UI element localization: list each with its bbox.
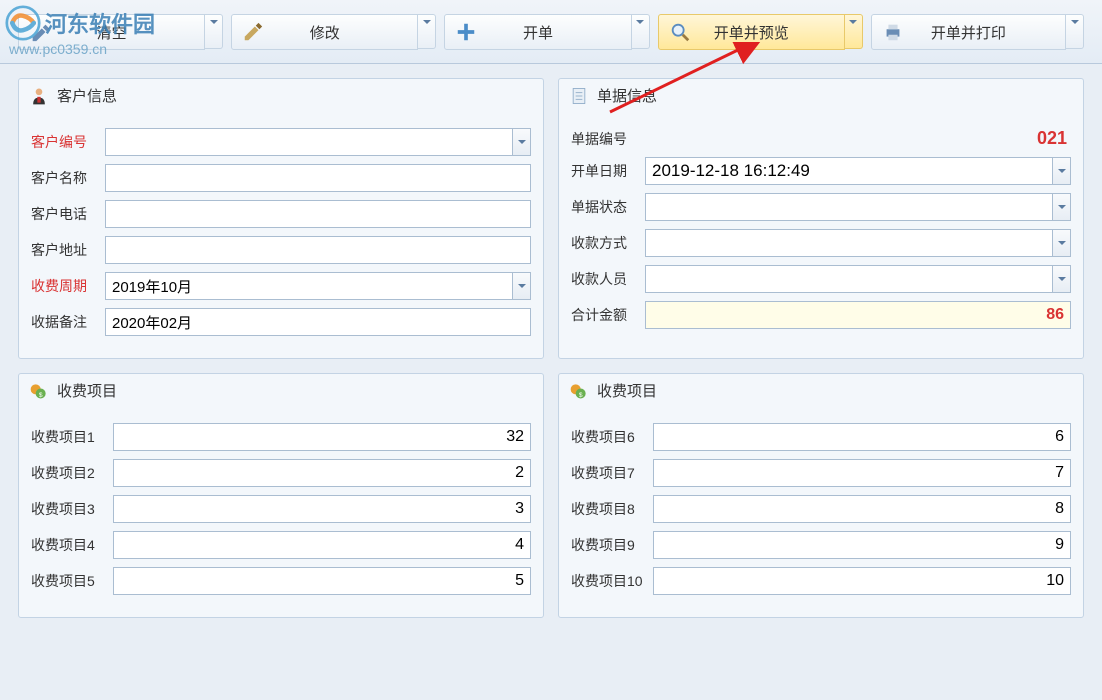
- fee-item-input[interactable]: [653, 495, 1071, 523]
- customer-code-dropdown[interactable]: [513, 128, 531, 156]
- doc-status-input[interactable]: [645, 193, 1053, 221]
- pay-method-label: 收款方式: [571, 233, 637, 253]
- doc-date-input[interactable]: [645, 157, 1053, 185]
- document-panel-title: 单据信息: [597, 85, 657, 106]
- customer-name-input[interactable]: [105, 164, 531, 192]
- fee-right-panel: $ 收费项目 收费项目6 收费项目7 收费项目8 收费项目9 收费项目10: [558, 373, 1084, 618]
- fee-period-input[interactable]: [105, 272, 513, 300]
- fee-item-label: 收费项目8: [571, 499, 645, 519]
- document-panel: 单据信息 单据编号 021 开单日期 单据状态: [558, 78, 1084, 359]
- fee-item-input[interactable]: [653, 423, 1071, 451]
- fee-item-input[interactable]: [113, 531, 531, 559]
- magnifier-icon: [669, 21, 691, 43]
- fee-item-label: 收费项目4: [31, 535, 105, 555]
- cashier-label: 收款人员: [571, 269, 637, 289]
- fee-item-label: 收费项目9: [571, 535, 645, 555]
- fee-item-label: 收费项目10: [571, 571, 645, 591]
- create-print-split[interactable]: [1066, 14, 1084, 49]
- clear-split[interactable]: [205, 14, 223, 49]
- person-icon: [29, 86, 49, 106]
- fee-item-label: 收费项目5: [31, 571, 105, 591]
- fee-period-dropdown[interactable]: [513, 272, 531, 300]
- fee-item-label: 收费项目1: [31, 427, 105, 447]
- fee-item-input[interactable]: [113, 495, 531, 523]
- modify-button[interactable]: 修改: [231, 14, 418, 50]
- coins-icon: $: [29, 381, 49, 401]
- fee-left-panel: $ 收费项目 收费项目1 收费项目2 收费项目3 收费项目4 收费项目5: [18, 373, 544, 618]
- create-preview-button[interactable]: 开单并预览: [658, 14, 845, 50]
- customer-code-input[interactable]: [105, 128, 513, 156]
- customer-phone-input[interactable]: [105, 200, 531, 228]
- doc-no-label: 单据编号: [571, 129, 637, 149]
- fee-period-label: 收费周期: [31, 276, 97, 296]
- pencil-icon: [242, 21, 264, 43]
- clear-icon: [29, 21, 51, 43]
- create-label: 开单: [523, 22, 553, 43]
- customer-address-label: 客户地址: [31, 240, 97, 260]
- fee-item-input[interactable]: [653, 459, 1071, 487]
- customer-address-input[interactable]: [105, 236, 531, 264]
- modify-split[interactable]: [418, 14, 436, 49]
- pay-method-input[interactable]: [645, 229, 1053, 257]
- doc-date-dropdown[interactable]: [1053, 157, 1071, 185]
- clear-button[interactable]: 清空: [18, 14, 205, 50]
- main-grid: 客户信息 客户编号 客户名称 客户电话: [0, 64, 1102, 632]
- customer-phone-label: 客户电话: [31, 204, 97, 224]
- svg-text:$: $: [39, 391, 43, 398]
- fee-item-input[interactable]: [653, 567, 1071, 595]
- plus-icon: [455, 21, 477, 43]
- fee-item-label: 收费项目6: [571, 427, 645, 447]
- document-icon: [569, 86, 589, 106]
- create-split[interactable]: [632, 14, 650, 49]
- coins-icon: $: [569, 381, 589, 401]
- pay-method-dropdown[interactable]: [1053, 229, 1071, 257]
- fee-right-title: 收费项目: [597, 380, 657, 401]
- create-button[interactable]: 开单: [444, 14, 631, 50]
- clear-label: 清空: [97, 22, 127, 43]
- create-preview-split[interactable]: [845, 14, 863, 49]
- create-print-button[interactable]: 开单并打印: [871, 14, 1066, 50]
- cashier-dropdown[interactable]: [1053, 265, 1071, 293]
- svg-text:$: $: [579, 391, 583, 398]
- doc-status-label: 单据状态: [571, 197, 637, 217]
- fee-item-label: 收费项目3: [31, 499, 105, 519]
- fee-item-label: 收费项目7: [571, 463, 645, 483]
- receipt-remark-label: 收据备注: [31, 312, 97, 332]
- toolbar: 清空 修改 开单 开单并预览: [0, 0, 1102, 64]
- fee-right-body: 收费项目6 收费项目7 收费项目8 收费项目9 收费项目10: [559, 407, 1083, 617]
- customer-code-label: 客户编号: [31, 132, 97, 152]
- fee-item-input[interactable]: [113, 567, 531, 595]
- fee-left-body: 收费项目1 收费项目2 收费项目3 收费项目4 收费项目5: [19, 407, 543, 617]
- receipt-remark-input[interactable]: [105, 308, 531, 336]
- total-label: 合计金额: [571, 305, 637, 325]
- create-preview-label: 开单并预览: [714, 22, 789, 43]
- fee-item-input[interactable]: [653, 531, 1071, 559]
- total-value: [645, 301, 1071, 329]
- doc-status-dropdown[interactable]: [1053, 193, 1071, 221]
- cashier-input[interactable]: [645, 265, 1053, 293]
- fee-item-label: 收费项目2: [31, 463, 105, 483]
- doc-no-value: 021: [645, 128, 1071, 149]
- fee-item-input[interactable]: [113, 423, 531, 451]
- customer-panel: 客户信息 客户编号 客户名称 客户电话: [18, 78, 544, 359]
- customer-panel-title: 客户信息: [57, 85, 117, 106]
- doc-date-label: 开单日期: [571, 161, 637, 181]
- fee-left-title: 收费项目: [57, 380, 117, 401]
- customer-name-label: 客户名称: [31, 168, 97, 188]
- printer-icon: [882, 21, 904, 43]
- create-print-label: 开单并打印: [931, 22, 1006, 43]
- fee-item-input[interactable]: [113, 459, 531, 487]
- modify-label: 修改: [310, 22, 340, 43]
